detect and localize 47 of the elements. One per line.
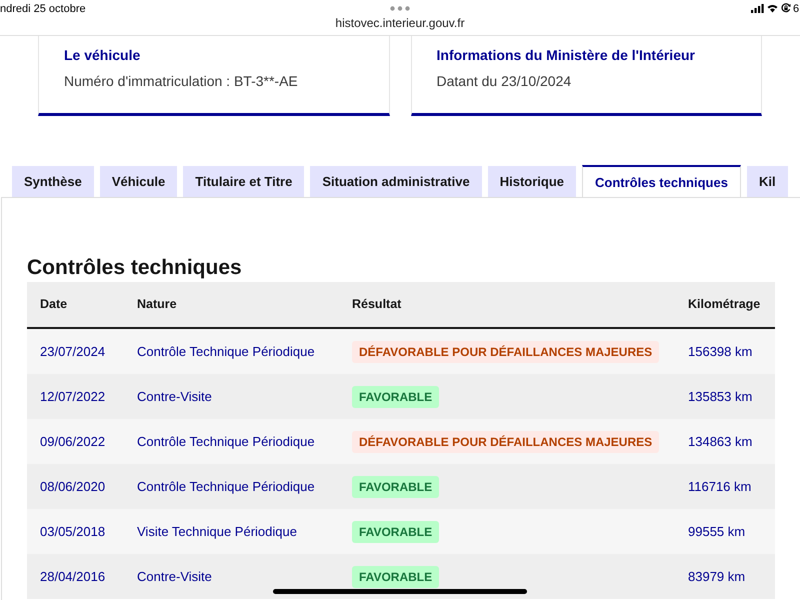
tab[interactable]: Historique xyxy=(488,166,576,197)
card-text: Datant du 23/10/2024 xyxy=(436,72,572,91)
section-title: Contrôles techniques xyxy=(27,255,242,281)
battery-percent: 6 xyxy=(793,2,800,16)
rotation-lock-icon xyxy=(781,3,791,13)
card-title: Le véhicule xyxy=(64,46,140,65)
more-dots-icon xyxy=(390,6,410,11)
column-header: Nature xyxy=(137,296,177,314)
card-text: Numéro d'immatriculation : BT-3**-AE xyxy=(64,72,298,91)
tab[interactable]: Kil xyxy=(746,166,788,197)
tab[interactable]: Synthèse xyxy=(12,166,94,197)
column-header: Résultat xyxy=(352,296,402,314)
result-badge: FAVORABLE xyxy=(352,520,440,542)
status-date: ndredi 25 octobre xyxy=(0,2,86,16)
result-badge: FAVORABLE xyxy=(352,566,440,588)
tab[interactable]: Véhicule xyxy=(100,166,178,197)
column-header: Date xyxy=(40,296,68,314)
nature-cell-text: Contrôle Technique Périodique xyxy=(137,432,315,451)
date-cell-text: 12/07/2022 xyxy=(40,388,106,406)
nature-cell-text: Contrôle Technique Périodique xyxy=(137,478,315,496)
tab[interactable]: Titulaire et Titre xyxy=(183,166,304,197)
date-cell-text: 28/04/2016 xyxy=(40,568,106,586)
mileage-cell-text: 99555 km xyxy=(688,522,746,541)
mileage-cell-text: 135853 km xyxy=(688,388,752,406)
result-badge: FAVORABLE xyxy=(352,476,440,498)
card-title: Informations du Ministère de l'Intérieur xyxy=(436,46,695,65)
mileage-cell-text: 116716 km xyxy=(688,478,752,496)
column-header: Kilométrage xyxy=(688,296,760,314)
nature-cell-text: Contre-Visite xyxy=(137,388,212,406)
nature-cell-text: Visite Technique Périodique xyxy=(137,522,297,541)
date-cell-text: 03/05/2018 xyxy=(40,522,106,541)
mileage-cell-text: 83979 km xyxy=(688,568,746,586)
tab[interactable]: Contrôles techniques xyxy=(582,165,741,197)
address-url[interactable]: histovec.interieur.gouv.fr xyxy=(335,16,465,31)
date-cell-text: 09/06/2022 xyxy=(40,432,106,451)
nature-cell-text: Contrôle Technique Périodique xyxy=(137,342,315,361)
signal-icon xyxy=(751,4,764,13)
mileage-cell-text: 156398 km xyxy=(688,342,752,361)
mileage-cell-text: 134863 km xyxy=(688,432,752,451)
date-cell-text: 23/07/2024 xyxy=(40,342,106,361)
date-cell-text: 08/06/2020 xyxy=(40,478,106,496)
result-badge: DÉFAVORABLE POUR DÉFAILLANCES MAJEURES xyxy=(352,430,660,452)
result-badge: FAVORABLE xyxy=(352,386,440,408)
nature-cell-text: Contre-Visite xyxy=(137,568,212,586)
tab[interactable]: Situation administrative xyxy=(310,166,482,197)
wifi-icon xyxy=(767,4,778,13)
result-badge: DÉFAVORABLE POUR DÉFAILLANCES MAJEURES xyxy=(352,340,660,362)
